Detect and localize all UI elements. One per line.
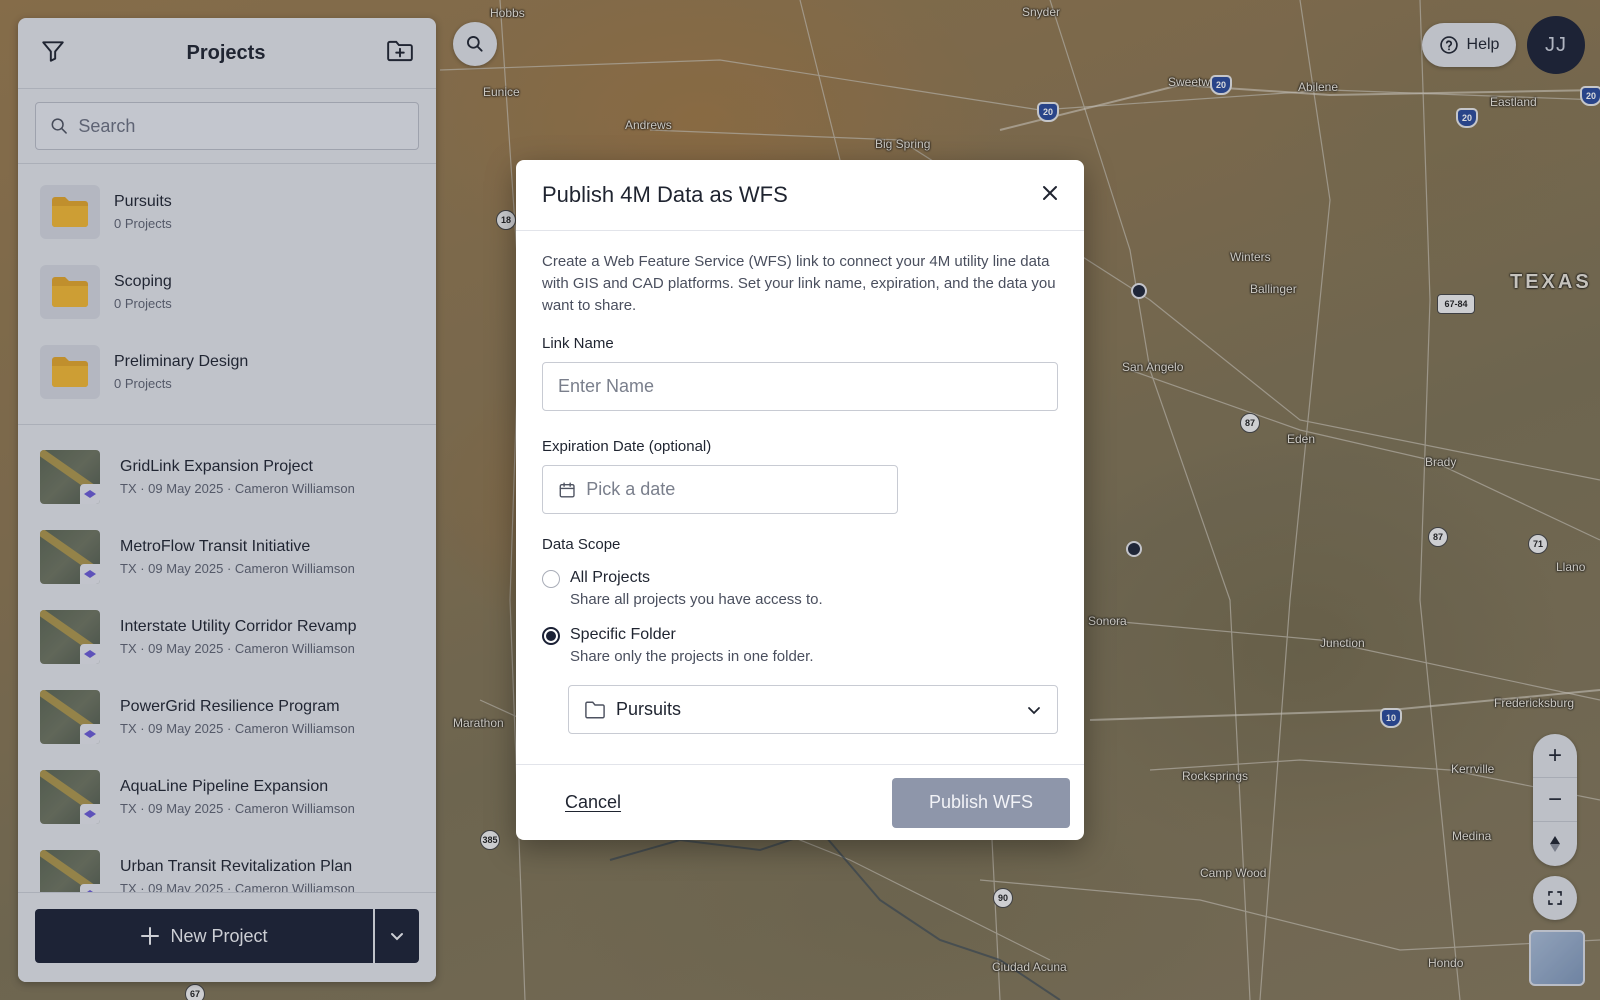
dialog-header: Publish 4M Data as WFS	[516, 160, 1084, 231]
close-button[interactable]	[1042, 185, 1058, 206]
link-name-input[interactable]	[542, 362, 1058, 411]
radio-title: All Projects	[570, 569, 651, 586]
radio-all-projects[interactable]	[542, 570, 560, 588]
scope-option-all-projects[interactable]: All Projects Share all projects you have…	[542, 569, 1058, 608]
folder-select[interactable]: Pursuits	[568, 685, 1058, 734]
expiration-date-input[interactable]	[586, 479, 882, 500]
dialog-body: Create a Web Feature Service (WFS) link …	[516, 231, 1084, 734]
folder-outline-icon	[585, 701, 605, 718]
radio-title: Specific Folder	[570, 626, 676, 643]
data-scope-label: Data Scope	[542, 536, 621, 553]
expiration-date-label: Expiration Date (optional)	[542, 438, 712, 455]
radio-specific-folder[interactable]	[542, 627, 560, 645]
publish-wfs-dialog: Publish 4M Data as WFS Create a Web Feat…	[516, 160, 1084, 840]
chevron-down-icon	[1028, 706, 1040, 714]
dialog-footer: Cancel Publish WFS	[516, 764, 1084, 840]
link-name-label: Link Name	[542, 335, 614, 352]
radio-description: Share only the projects in one folder.	[570, 648, 814, 665]
radio-description: Share all projects you have access to.	[570, 591, 823, 608]
cancel-button[interactable]: Cancel	[565, 792, 621, 813]
expiration-date-picker[interactable]	[542, 465, 898, 514]
scope-option-specific-folder[interactable]: Specific Folder Share only the projects …	[542, 626, 1058, 665]
dialog-description: Create a Web Feature Service (WFS) link …	[542, 253, 1056, 314]
dialog-title: Publish 4M Data as WFS	[542, 182, 788, 207]
folder-select-value: Pursuits	[616, 699, 682, 719]
publish-wfs-button[interactable]: Publish WFS	[892, 777, 1070, 828]
close-icon	[1043, 185, 1057, 200]
calendar-icon	[559, 481, 575, 498]
